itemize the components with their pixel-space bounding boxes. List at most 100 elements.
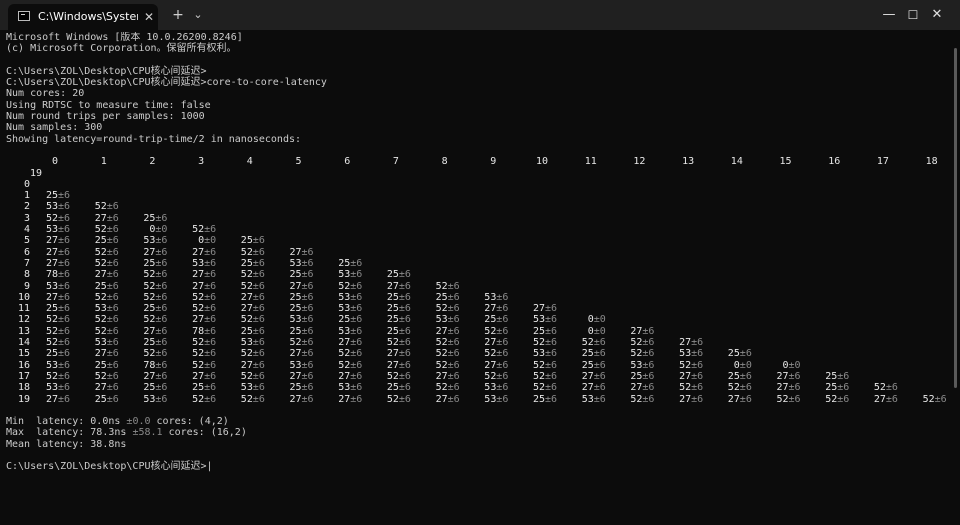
latency-stddev: ±6 bbox=[58, 325, 71, 337]
latency-stddev: ±6 bbox=[252, 348, 265, 360]
latency-stddev: ±6 bbox=[204, 257, 217, 269]
latency-stddev: ±6 bbox=[58, 190, 71, 202]
latency-value: 25 bbox=[338, 314, 351, 326]
latency-value: 25 bbox=[435, 291, 448, 303]
latency-stddev: ±6 bbox=[106, 359, 119, 371]
latency-value: 52 bbox=[240, 246, 253, 258]
matrix-row: 2 53 ±6 52 ±6 bbox=[6, 201, 954, 212]
latency-value: 52 bbox=[46, 212, 59, 224]
latency-value: 25 bbox=[386, 314, 399, 326]
latency-value: 53 bbox=[435, 314, 448, 326]
latency-stddev: ±6 bbox=[58, 303, 71, 315]
latency-value: 25 bbox=[94, 235, 107, 247]
latency-stddev: ±6 bbox=[204, 393, 217, 405]
latency-stddev: ±6 bbox=[106, 393, 119, 405]
latency-stddev: ±6 bbox=[252, 325, 265, 337]
latency-stddev: ±6 bbox=[788, 382, 801, 394]
latency-value: 53 bbox=[46, 201, 59, 213]
latency-stddev: ±6 bbox=[58, 235, 71, 247]
latency-stddev: ±6 bbox=[350, 359, 363, 371]
latency-stddev: ±6 bbox=[58, 337, 71, 349]
latency-stddev: ±6 bbox=[155, 257, 168, 269]
latency-stddev: ±0 bbox=[593, 325, 606, 337]
latency-stddev: ±6 bbox=[106, 246, 119, 258]
latency-value: 27 bbox=[727, 393, 740, 405]
latency-stddev: ±6 bbox=[58, 280, 71, 292]
latency-value: 53 bbox=[289, 359, 302, 371]
latency-value: 27 bbox=[240, 303, 253, 315]
latency-stddev: ±6 bbox=[398, 370, 411, 382]
latency-value: 27 bbox=[533, 303, 546, 315]
tab-close-button[interactable]: ✕ bbox=[142, 9, 156, 25]
matrix-row: 18 53 ±6 27 ±6 25 ±6 25 ±6 53 ±6 25 ±6 53 ±6 25 ±6 52 ±6 53… bbox=[6, 382, 954, 393]
latency-stddev: ±6 bbox=[545, 348, 558, 360]
latency-stddev: ±6 bbox=[301, 257, 314, 269]
latency-value: 27 bbox=[192, 269, 205, 281]
summary-text: Max latency: 78.3ns bbox=[6, 427, 133, 439]
latency-value: 25 bbox=[727, 370, 740, 382]
terminal-output[interactable]: Microsoft Windows [版本 10.0.26200.8246] (c… bbox=[6, 32, 954, 522]
latency-value: 27 bbox=[94, 348, 107, 360]
tab-dropdown-button[interactable]: ⌄ bbox=[190, 6, 206, 24]
latency-value: 25 bbox=[143, 257, 156, 269]
latency-stddev: ±6 bbox=[642, 370, 655, 382]
latency-value: 25 bbox=[192, 382, 205, 394]
latency-stddev: ±6 bbox=[739, 393, 752, 405]
latency-stddev: ±6 bbox=[106, 370, 119, 382]
output-line: (c) Microsoft Corporation。保留所有权利。 bbox=[6, 43, 237, 55]
latency-stddev: ±6 bbox=[350, 303, 363, 315]
latency-stddev: ±6 bbox=[155, 325, 168, 337]
latency-stddev: ±6 bbox=[642, 348, 655, 360]
new-tab-button[interactable]: + bbox=[170, 6, 186, 24]
latency-stddev: ±6 bbox=[106, 269, 119, 281]
latency-value: 52 bbox=[581, 337, 594, 349]
latency-value: 78 bbox=[143, 359, 156, 371]
latency-value: 27 bbox=[679, 393, 692, 405]
scrollbar[interactable] bbox=[954, 48, 957, 388]
row-label: 5 bbox=[24, 235, 31, 247]
output-line: Num samples: 300 bbox=[6, 122, 103, 134]
latency-value: 27 bbox=[289, 393, 302, 405]
latency-stddev: ±6 bbox=[593, 382, 606, 394]
latency-stddev: ±6 bbox=[106, 337, 119, 349]
latency-value: 27 bbox=[484, 359, 497, 371]
latency-value: 27 bbox=[46, 393, 59, 405]
latency-value: 25 bbox=[240, 257, 253, 269]
latency-value: 52 bbox=[94, 370, 107, 382]
latency-stddev: ±6 bbox=[788, 393, 801, 405]
window-close-button[interactable]: ✕ bbox=[914, 0, 960, 30]
latency-value: 25 bbox=[581, 348, 594, 360]
latency-stddev: ±6 bbox=[252, 257, 265, 269]
latency-stddev: ±6 bbox=[691, 359, 704, 371]
row-label: 16 bbox=[18, 359, 31, 371]
latency-value: 52 bbox=[240, 314, 253, 326]
column-label: 18 bbox=[925, 156, 938, 168]
latency-stddev: ±6 bbox=[447, 348, 460, 360]
latency-stddev: ±6 bbox=[252, 370, 265, 382]
matrix-row: 4 53 ±6 52 ±6 0 ±0 52 ±6 bbox=[6, 224, 954, 235]
latency-value: 27 bbox=[679, 337, 692, 349]
latency-stddev: ±0 bbox=[739, 359, 752, 371]
row-label: 8 bbox=[24, 269, 31, 281]
latency-value: 25 bbox=[289, 303, 302, 315]
terminal-tab[interactable]: C:\Windows\System32\cmd.e ✕ bbox=[8, 4, 158, 30]
latency-stddev: ±6 bbox=[496, 393, 509, 405]
latency-value: 25 bbox=[533, 325, 546, 337]
latency-stddev: ±6 bbox=[155, 303, 168, 315]
output-line: Showing latency=round-trip-time/2 in nan… bbox=[6, 133, 302, 145]
latency-stddev: ±6 bbox=[252, 359, 265, 371]
latency-stddev: ±6 bbox=[252, 280, 265, 292]
latency-stddev: ±6 bbox=[593, 337, 606, 349]
latency-value: 25 bbox=[240, 325, 253, 337]
latency-stddev: ±6 bbox=[545, 393, 558, 405]
matrix-row: 0 bbox=[6, 179, 954, 190]
latency-value: 53 bbox=[143, 393, 156, 405]
latency-value: 52 bbox=[533, 382, 546, 394]
latency-stddev: ±6 bbox=[301, 393, 314, 405]
latency-stddev: ±6 bbox=[350, 291, 363, 303]
latency-stddev: ±6 bbox=[204, 246, 217, 258]
latency-value: 25 bbox=[386, 291, 399, 303]
latency-value: 25 bbox=[143, 303, 156, 315]
latency-stddev: ±6 bbox=[301, 291, 314, 303]
